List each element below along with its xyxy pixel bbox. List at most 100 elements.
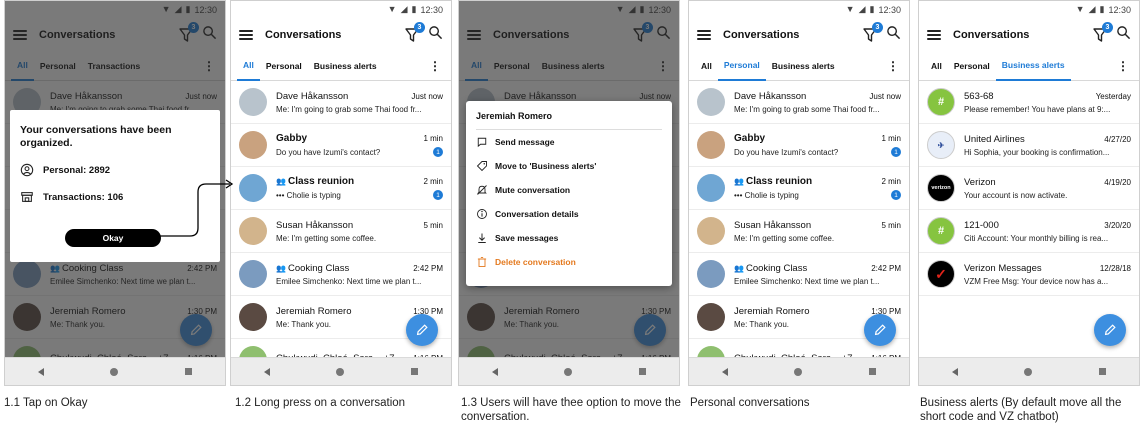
contact-name: United Airlines [964,133,1025,145]
message-preview: Your account is now activate. [964,190,1068,200]
recents-icon[interactable] [638,368,646,375]
message-preview: Do you have Izumi's contact? [276,147,381,157]
timestamp: Just now [411,91,443,101]
compose-button[interactable] [406,314,438,346]
caption-2: 1.2 Long press on a conversation [235,397,406,409]
avatar: # [927,88,955,116]
avatar [239,131,267,159]
phone-screen-2: ▼ ◢ ▮ 12:30 Conversations 3 All Personal Busines… [230,0,452,386]
contact-name: 563-68 [964,90,994,102]
list-item[interactable]: ✓ Verizon Messages 12/28/18 VZM Free Msg: Y… [919,253,1139,296]
recents-icon[interactable] [184,368,192,375]
list-item[interactable]: Dave Håkansson Just now Me: I'm going to g… [689,81,909,124]
menu-item-1[interactable]: Move to 'Business alerts' [476,154,662,178]
system-nav-bar [459,357,679,385]
tab-bar: AllPersonalBusiness alerts ⋮ [231,51,451,81]
list-item[interactable]: 👥Cooking Class 2:42 PM Emilee Simchenko: N… [231,253,451,296]
avatar [239,217,267,245]
status-time: 12:30 [420,4,443,15]
tab-0[interactable]: All [925,51,948,81]
more-icon[interactable]: ⋮ [1117,59,1133,73]
avatar [239,88,267,116]
list-item[interactable]: #563-68 Yesterday Please remember! You hav… [919,81,1139,124]
list-item[interactable]: Susan Håkansson 5 min Me: I'm getting some… [231,210,451,253]
menu-item-3[interactable]: Conversation details [476,202,662,226]
recents-icon[interactable] [410,368,418,375]
home-icon[interactable] [564,367,573,376]
list-item[interactable]: verizon Verizon 4/19/20 Your account is now… [919,167,1139,210]
list-item[interactable]: 👥Cooking Class 2:42 PM Emilee Simchenko: N… [689,253,909,296]
menu-item-2[interactable]: Mute conversation [476,178,662,202]
recents-icon[interactable] [868,368,876,375]
contact-name: 👥Class reunion [734,176,813,187]
search-icon[interactable] [1116,25,1131,45]
back-icon[interactable] [264,367,271,376]
filter-icon[interactable]: 3 [1092,21,1113,43]
compose-button[interactable] [864,314,896,346]
message-preview: Emilee Simchenko: Next time we plan t... [276,276,422,286]
tab-0[interactable]: All [237,51,260,81]
avatar [697,217,725,245]
timestamp: 2 min [881,177,901,186]
avatar: ✓ [927,260,955,288]
timestamp: 1 min [423,134,443,143]
home-icon[interactable] [794,367,803,376]
list-item[interactable]: Dave Håkansson Just now Me: I'm going to g… [231,81,451,124]
list-item[interactable]: #121-000 3/20/20 Citi Account: Your monthl… [919,210,1139,253]
message-preview: ••• Cholie is typing [734,190,799,200]
menu-item-5[interactable]: Delete conversation [476,250,662,274]
okay-button[interactable]: Okay [65,229,161,247]
back-icon[interactable] [38,367,45,376]
download-icon [478,233,486,243]
send-message-icon [477,137,487,148]
tab-2[interactable]: Business alerts [766,51,841,81]
menu-icon[interactable] [697,29,711,40]
menu-item-4[interactable]: Save messages [476,226,662,250]
filter-icon[interactable]: 3 [862,21,883,43]
list-item[interactable]: Gabby 1 min Do you have Izumi's contact? 1 [689,124,909,167]
list-item[interactable]: Susan Håkansson 5 min Me: I'm getting some… [689,210,909,253]
back-icon[interactable] [492,367,499,376]
filter-icon[interactable]: 3 [404,21,425,43]
back-icon[interactable] [722,367,729,376]
list-item[interactable]: ✈ United Airlines 4/27/20 Hi Sophia, your b… [919,124,1139,167]
system-nav-bar [919,357,1139,385]
tab-0[interactable]: All [695,51,718,81]
caption-1: 1.1 Tap on Okay [4,397,88,409]
avatar [697,131,725,159]
timestamp: 3/20/20 [1104,220,1131,230]
home-icon[interactable] [110,367,119,376]
tab-1[interactable]: Personal [717,51,766,81]
more-icon[interactable]: ⋮ [429,59,445,73]
tab-1[interactable]: Personal [948,51,996,81]
home-icon[interactable] [336,367,345,376]
avatar [697,260,725,288]
list-item[interactable]: 👥Class reunion 2 min ••• Cholie is typing 1 [231,167,451,210]
back-icon[interactable] [952,367,959,376]
search-icon[interactable] [428,25,443,45]
menu-icon[interactable] [927,29,941,40]
contact-name: Dave Håkansson [734,90,807,102]
caption-5: Business alerts (By default move all the… [920,397,1122,423]
tab-2[interactable]: Business alerts [995,51,1071,81]
timestamp: 1 min [881,134,901,143]
list-item[interactable]: 👥Class reunion 2 min ••• Cholie is typing 1 [689,167,909,210]
contact-name: Jeremiah Romero [734,305,810,317]
home-icon[interactable] [1024,367,1033,376]
unread-badge: 1 [433,147,443,157]
search-icon[interactable] [886,25,901,45]
compose-button[interactable] [1094,314,1126,346]
recents-icon[interactable] [1098,368,1106,375]
message-preview: Do you have Izumi's contact? [734,147,839,157]
message-preview: Me: I'm getting some coffee. [276,233,377,243]
menu-icon[interactable] [239,29,253,40]
more-icon[interactable]: ⋮ [887,59,903,73]
group-icon: 👥 [276,263,286,273]
app-title: Conversations [723,28,800,41]
tab-2[interactable]: Business alerts [308,51,383,81]
list-item[interactable]: Gabby 1 min Do you have Izumi's contact? 1 [231,124,451,167]
menu-item-0[interactable]: Send message [476,130,662,154]
tab-1[interactable]: Personal [260,51,308,81]
contact-name: Susan Håkansson [276,219,354,231]
timestamp: 5 min [423,220,443,230]
